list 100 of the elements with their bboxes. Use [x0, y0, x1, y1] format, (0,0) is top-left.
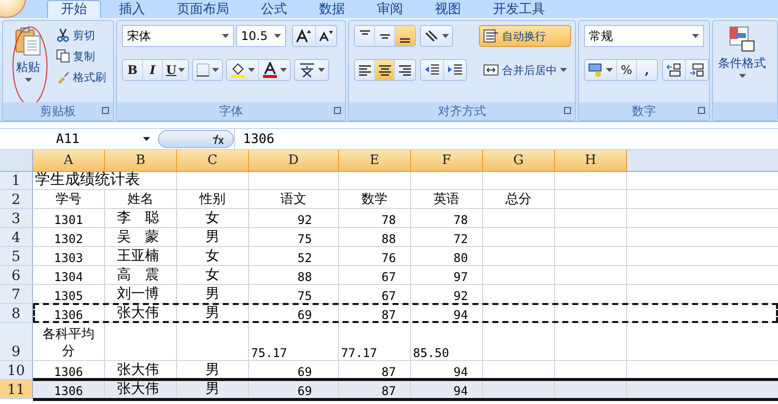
column-header[interactable]: G: [483, 150, 555, 172]
row-header[interactable]: 1: [0, 172, 33, 190]
group-label-bar: [713, 102, 777, 120]
name-box[interactable]: A11: [0, 129, 158, 149]
align-icon: [380, 34, 390, 38]
column-header[interactable]: A: [33, 150, 105, 172]
orientation-button[interactable]: [420, 25, 453, 47]
ribbon-tab[interactable]: 视图: [421, 0, 475, 18]
table-cell: 87: [339, 380, 411, 399]
formula-input[interactable]: 1306: [234, 129, 778, 149]
merge-center-button[interactable]: 合并后居中: [479, 59, 571, 81]
column-header[interactable]: D: [249, 150, 339, 172]
caret-icon: [692, 34, 699, 38]
wrap-text-icon: [483, 29, 499, 43]
row-header[interactable]: 6: [0, 266, 33, 285]
column-header[interactable]: B: [105, 150, 177, 172]
caret-icon: [222, 34, 229, 38]
shrink-font-icon: [319, 30, 333, 42]
money-icon: [588, 63, 604, 77]
row-header[interactable]: 5: [0, 247, 33, 266]
table-cell: 69: [249, 361, 339, 380]
column-header[interactable]: E: [339, 150, 411, 172]
font-name-field[interactable]: 宋体: [122, 25, 234, 47]
caret-icon: [442, 34, 449, 38]
caret-icon: [24, 78, 32, 82]
percent-button[interactable]: %: [617, 60, 637, 80]
caret-icon: [738, 74, 746, 78]
launcher-icon[interactable]: [564, 107, 571, 114]
caret-icon: [280, 68, 288, 72]
brush-icon: [56, 70, 70, 84]
font-size-field[interactable]: 10.5: [236, 25, 286, 47]
caret-icon: [606, 68, 613, 72]
table-cell: 94: [411, 380, 483, 399]
paste-button[interactable]: 粘贴: [8, 25, 48, 98]
number-format-field[interactable]: 常规: [584, 25, 704, 47]
ribbon-tab[interactable]: 页面布局: [163, 0, 243, 18]
align-icon: [358, 64, 370, 76]
conditional-format-icon: [728, 25, 756, 53]
row-header[interactable]: 4: [0, 228, 33, 247]
phonetic-guide-icon: [298, 62, 316, 78]
grow-font-icon: [296, 29, 312, 43]
column-header[interactable]: H: [555, 150, 627, 172]
align-icon: [400, 38, 410, 42]
phonetic-button[interactable]: [294, 59, 330, 81]
button-label: 条件格式: [718, 55, 766, 72]
row-header[interactable]: 9: [0, 323, 33, 361]
align-button[interactable]: [375, 60, 395, 80]
comma-button[interactable]: ,: [637, 60, 657, 80]
launcher-icon[interactable]: [102, 107, 109, 114]
launcher-icon[interactable]: [698, 107, 705, 114]
table-cell: 1306: [33, 380, 105, 399]
table-cell: 张大伟: [105, 361, 177, 380]
font-style-button[interactable]: B: [123, 60, 143, 80]
group-label: 数字: [579, 102, 709, 120]
group-label: 字体: [117, 102, 345, 120]
ribbon-tab[interactable]: 开始: [47, 0, 101, 18]
table-cell: 张大伟: [105, 380, 177, 399]
caret-icon: [178, 68, 186, 72]
row-header[interactable]: 11: [0, 380, 33, 399]
align-icon: [378, 64, 390, 76]
ribbon-tab[interactable]: 插入: [105, 0, 159, 18]
align-icon: [360, 30, 370, 34]
row-header[interactable]: 2: [0, 190, 33, 209]
ribbon-tab[interactable]: 开发工具: [479, 0, 559, 18]
caret-icon: [274, 34, 281, 38]
align-button[interactable]: [395, 26, 415, 46]
column-header[interactable]: F: [411, 150, 483, 172]
launcher-icon[interactable]: [334, 107, 341, 114]
ribbon-tab[interactable]: 数据: [305, 0, 359, 18]
decrease-decimal-icon: [689, 63, 705, 77]
clipboard-action[interactable]: 复制: [54, 46, 108, 66]
clipboard-action[interactable]: 剪切: [54, 25, 108, 45]
table-cell: 87: [339, 361, 411, 380]
caret-icon: [248, 68, 256, 72]
clipboard-action[interactable]: 格式刷: [54, 67, 108, 87]
caret-icon: [143, 137, 150, 141]
font-style-button[interactable]: I: [143, 60, 163, 80]
row-header[interactable]: 10: [0, 361, 33, 380]
borders-button[interactable]: [192, 59, 224, 81]
conditional-format-button[interactable]: 条件格式: [713, 25, 771, 98]
row-header[interactable]: 3: [0, 209, 33, 228]
font-style-button[interactable]: U: [163, 60, 188, 80]
group-label: 剪贴板: [3, 102, 113, 120]
decrease-indent-icon: [424, 63, 440, 77]
increase-indent-icon: [447, 63, 463, 77]
font-color-icon: [262, 62, 278, 78]
group-label: 对齐方式: [349, 102, 575, 120]
ribbon-tab[interactable]: 审阅: [363, 0, 417, 18]
table-cell: 男: [177, 361, 249, 380]
scissors-icon: [56, 28, 70, 42]
caret-icon: [212, 68, 220, 72]
column-header[interactable]: C: [177, 150, 249, 172]
angled-text-icon: [424, 29, 440, 43]
wrap-text-button[interactable]: 自动换行: [479, 25, 571, 47]
row-header[interactable]: 7: [0, 285, 33, 304]
row-header[interactable]: 8: [0, 304, 33, 323]
table-cell: 男: [177, 380, 249, 399]
caret-icon: [318, 68, 326, 72]
table-cell: 1306: [33, 361, 105, 380]
ribbon-tab[interactable]: 公式: [247, 0, 301, 18]
